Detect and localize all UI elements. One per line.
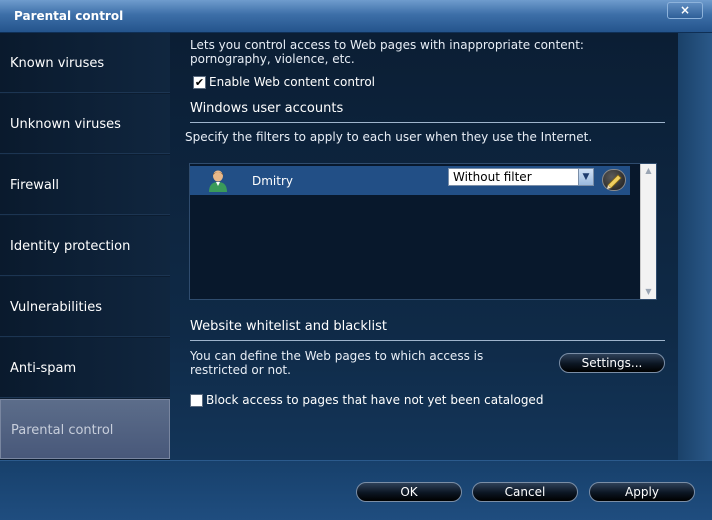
filter-select[interactable]: Without filter ▼ <box>448 168 594 186</box>
sidebar-item-label: Anti-spam <box>10 361 77 376</box>
list-scrollbar[interactable]: ▲ ▼ <box>640 164 656 299</box>
close-icon: × <box>679 3 691 17</box>
block-uncataloged-label: Block access to pages that have not yet … <box>206 393 544 407</box>
sidebar-item-firewall[interactable]: Firewall <box>0 155 170 215</box>
ok-button[interactable]: OK <box>356 482 462 502</box>
sidebar-item-label: Unknown viruses <box>10 117 121 132</box>
scroll-down-icon[interactable]: ▼ <box>641 285 656 299</box>
cancel-button[interactable]: Cancel <box>472 482 578 502</box>
pencil-icon <box>607 174 622 189</box>
enable-web-control-checkbox[interactable]: ✔ <box>193 76 206 89</box>
accounts-section-description: Specify the filters to apply to each use… <box>185 130 593 144</box>
sidebar-item-label: Known viruses <box>10 56 105 71</box>
panel-edge <box>678 33 712 460</box>
sidebar-item-identity-protection[interactable]: Identity protection <box>0 216 170 276</box>
close-button[interactable]: × <box>667 2 703 19</box>
accounts-section-title: Windows user accounts <box>190 101 665 123</box>
sidebar-item-label: Parental control <box>11 423 114 438</box>
edit-filter-button[interactable] <box>602 169 626 191</box>
filter-select-value: Without filter <box>453 170 532 184</box>
window-title: Parental control <box>14 9 124 23</box>
sidebar-item-vulnerabilities[interactable]: Vulnerabilities <box>0 277 170 337</box>
sidebar-item-anti-spam[interactable]: Anti-spam <box>0 338 170 398</box>
chevron-down-icon[interactable]: ▼ <box>578 169 593 185</box>
user-icon <box>209 170 227 192</box>
sidebar-item-unknown-viruses[interactable]: Unknown viruses <box>0 94 170 154</box>
sidebar-item-known-viruses[interactable]: Known viruses <box>0 33 170 93</box>
block-uncataloged-checkbox[interactable] <box>190 394 203 407</box>
feature-description: Lets you control access to Web pages wit… <box>190 38 584 66</box>
user-name: Dmitry <box>252 174 294 188</box>
whitelist-section-description: You can define the Web pages to which ac… <box>190 349 484 377</box>
sidebar-item-label: Firewall <box>10 178 60 193</box>
whitelist-section-title: Website whitelist and blacklist <box>190 319 665 341</box>
accounts-section-title-text: Windows user accounts <box>190 101 344 116</box>
sidebar: Known viruses Unknown viruses Firewall I… <box>0 33 170 460</box>
sidebar-item-label: Vulnerabilities <box>10 300 102 315</box>
whitelist-section-title-text: Website whitelist and blacklist <box>190 319 387 334</box>
title-bar: Parental control × <box>0 0 712 33</box>
sidebar-item-parental-control[interactable]: Parental control <box>0 399 170 459</box>
list-item[interactable]: Dmitry Without filter ▼ <box>190 166 630 195</box>
user-accounts-list[interactable]: Dmitry Without filter ▼ ▲ ▼ <box>189 163 657 300</box>
sidebar-item-label: Identity protection <box>10 239 131 254</box>
apply-button[interactable]: Apply <box>589 482 695 502</box>
settings-button[interactable]: Settings... <box>559 353 665 373</box>
scroll-up-icon[interactable]: ▲ <box>641 164 656 178</box>
enable-web-control-label: Enable Web content control <box>209 75 376 89</box>
